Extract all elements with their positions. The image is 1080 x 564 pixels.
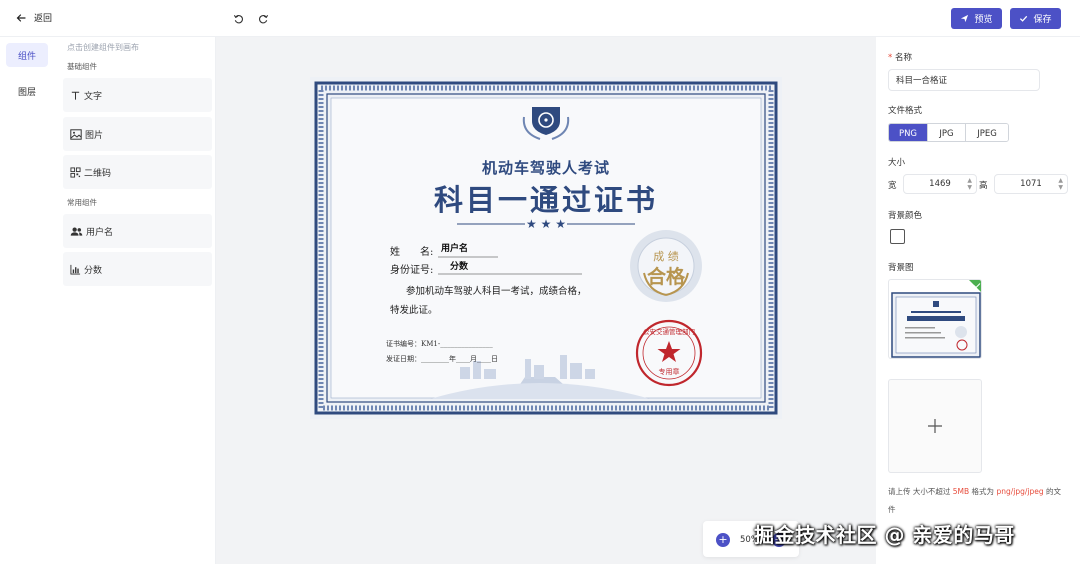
section-basic-title: 基础组件 <box>67 62 97 71</box>
height-value: 1071 <box>1020 179 1042 189</box>
height-stepper[interactable]: ▲ ▼ <box>1058 177 1063 191</box>
image-icon <box>70 128 82 140</box>
format-option-png[interactable]: PNG <box>889 124 928 141</box>
chevron-down-icon: ▼ <box>1058 184 1063 191</box>
certificate-frame: ★ ★ ★ <box>310 77 782 419</box>
users-icon <box>70 227 83 236</box>
component-qrcode[interactable]: 二维码 <box>63 155 212 189</box>
component-label: 二维码 <box>84 168 112 179</box>
seal-sub-text: 专用章 <box>658 368 680 376</box>
cert-name-label: 姓 名: <box>390 247 434 258</box>
bgcolor-label: 背景颜色 <box>888 211 923 221</box>
back-button[interactable]: 返回 <box>16 11 52 24</box>
cert-number: 证书编号：KM1-_______________ <box>386 340 493 348</box>
format-option-jpeg[interactable]: JPEG <box>966 124 1008 141</box>
redo-icon <box>258 14 268 23</box>
upload-hint-prefix: 请上传 大小不超过 <box>888 487 953 496</box>
property-panel: * 名称 科目一合格证 文件格式 PNG JPG JPEG 大小 宽 1469 … <box>876 37 1080 564</box>
chevron-up-icon: ▲ <box>1058 177 1063 184</box>
chevron-up-icon: ▲ <box>967 177 972 184</box>
component-hint: 点击创建组件到画布 <box>67 43 139 52</box>
certificate-canvas[interactable]: ★ ★ ★ 机动车驾驶人考试 科目一通过证书 姓 名: 用户名 身份证号: 分数… <box>310 77 782 419</box>
cert-subtitle: 机动车驾驶人考试 <box>481 159 610 177</box>
name-label: 名称 <box>894 53 912 63</box>
nav-item-components[interactable]: 组件 <box>6 43 48 67</box>
nav-item-layers[interactable]: 图层 <box>6 79 48 103</box>
component-label: 用户名 <box>86 227 114 238</box>
certificate-thumbnail-icon <box>891 280 981 358</box>
cert-body-line2: 特发此证。 <box>390 305 438 316</box>
canvas-area: ★ ★ ★ 机动车驾驶人考试 科目一通过证书 姓 名: 用户名 身份证号: 分数… <box>216 37 876 564</box>
arrow-left-icon <box>16 13 26 22</box>
format-selector: PNG JPG JPEG <box>888 123 1009 142</box>
upload-hint: 请上传 大小不超过 5MB 格式为 png/jpg/jpeg 的文件 <box>888 483 1068 519</box>
seal-text: 公安交通管理部门 <box>643 328 695 336</box>
send-icon <box>961 14 969 23</box>
cert-id-label: 身份证号: <box>390 265 434 276</box>
undo-button[interactable] <box>230 10 246 26</box>
side-nav: 组件 图层 <box>0 37 56 564</box>
nav-item-label: 图层 <box>17 87 36 98</box>
undo-icon <box>233 14 243 23</box>
cert-id-value[interactable]: 分数 <box>450 259 468 272</box>
cert-issue-date: 发证日期：________年____月____日 <box>386 355 498 363</box>
format-option-jpg[interactable]: JPG <box>928 124 966 141</box>
required-mark: * <box>888 53 893 63</box>
component-username[interactable]: 用户名 <box>63 214 212 248</box>
text-icon <box>71 91 80 100</box>
component-image[interactable]: 图片 <box>63 117 212 151</box>
format-label: 文件格式 <box>888 106 923 116</box>
preview-button[interactable]: 预览 <box>951 8 1002 29</box>
editor-app: 返回 预览 保存 组件 图层 点击创建组件到画布 基础组件 文字 图片 二维码 … <box>0 0 1080 564</box>
back-label: 返回 <box>34 14 53 24</box>
width-value: 1469 <box>929 179 951 189</box>
width-stepper[interactable]: ▲ ▼ <box>967 177 972 191</box>
bgimage-thumbnail[interactable] <box>888 279 982 359</box>
component-panel: 点击创建组件到画布 基础组件 文字 图片 二维码 常用组件 用户名 分数 <box>56 37 216 564</box>
section-common-title: 常用组件 <box>67 198 97 207</box>
watermark-text: 掘金技术社区 @ 亲爱的马哥 <box>754 523 1015 547</box>
bar-chart-icon <box>70 264 81 275</box>
name-input-value: 科目一合格证 <box>896 76 948 86</box>
zoom-in-button[interactable]: + <box>716 533 730 547</box>
svg-text:★ ★ ★: ★ ★ ★ <box>526 217 566 231</box>
save-button[interactable]: 保存 <box>1010 8 1061 29</box>
size-label: 大小 <box>888 158 906 168</box>
cert-body-line1: 参加机动车驾驶人科目一考试，成绩合格， <box>406 286 587 297</box>
upload-hint-types: png/jpg/jpeg <box>996 487 1044 496</box>
bgcolor-swatch[interactable] <box>890 229 905 244</box>
component-text[interactable]: 文字 <box>63 78 212 112</box>
width-input[interactable]: 1469 ▲ ▼ <box>903 174 977 194</box>
component-label: 文字 <box>84 91 103 102</box>
height-input[interactable]: 1071 ▲ ▼ <box>994 174 1068 194</box>
upload-hint-size: 5MB <box>952 487 970 496</box>
plus-icon <box>928 419 942 433</box>
qrcode-icon <box>70 166 81 178</box>
component-score[interactable]: 分数 <box>63 252 212 286</box>
redo-button[interactable] <box>255 10 271 26</box>
height-label: 高 <box>979 181 988 191</box>
preview-label: 预览 <box>974 15 993 25</box>
name-input[interactable]: 科目一合格证 <box>888 69 1040 91</box>
nav-item-label: 组件 <box>17 51 36 62</box>
bgimage-label: 背景图 <box>888 263 914 273</box>
component-label: 图片 <box>85 130 104 141</box>
component-label: 分数 <box>84 265 103 276</box>
upload-dropzone[interactable] <box>888 379 982 473</box>
save-label: 保存 <box>1033 15 1052 25</box>
top-bar: 返回 预览 保存 <box>0 0 1080 37</box>
cert-name-value[interactable]: 用户名 <box>441 241 468 254</box>
upload-hint-mid: 格式为 <box>969 487 997 496</box>
name-field-label: * 名称 <box>888 51 912 63</box>
cert-title: 科目一通过证书 <box>433 183 658 217</box>
badge-main-text: 合格 <box>646 266 685 288</box>
check-icon <box>1020 15 1028 22</box>
width-label: 宽 <box>888 181 897 191</box>
chevron-down-icon: ▼ <box>967 184 972 191</box>
